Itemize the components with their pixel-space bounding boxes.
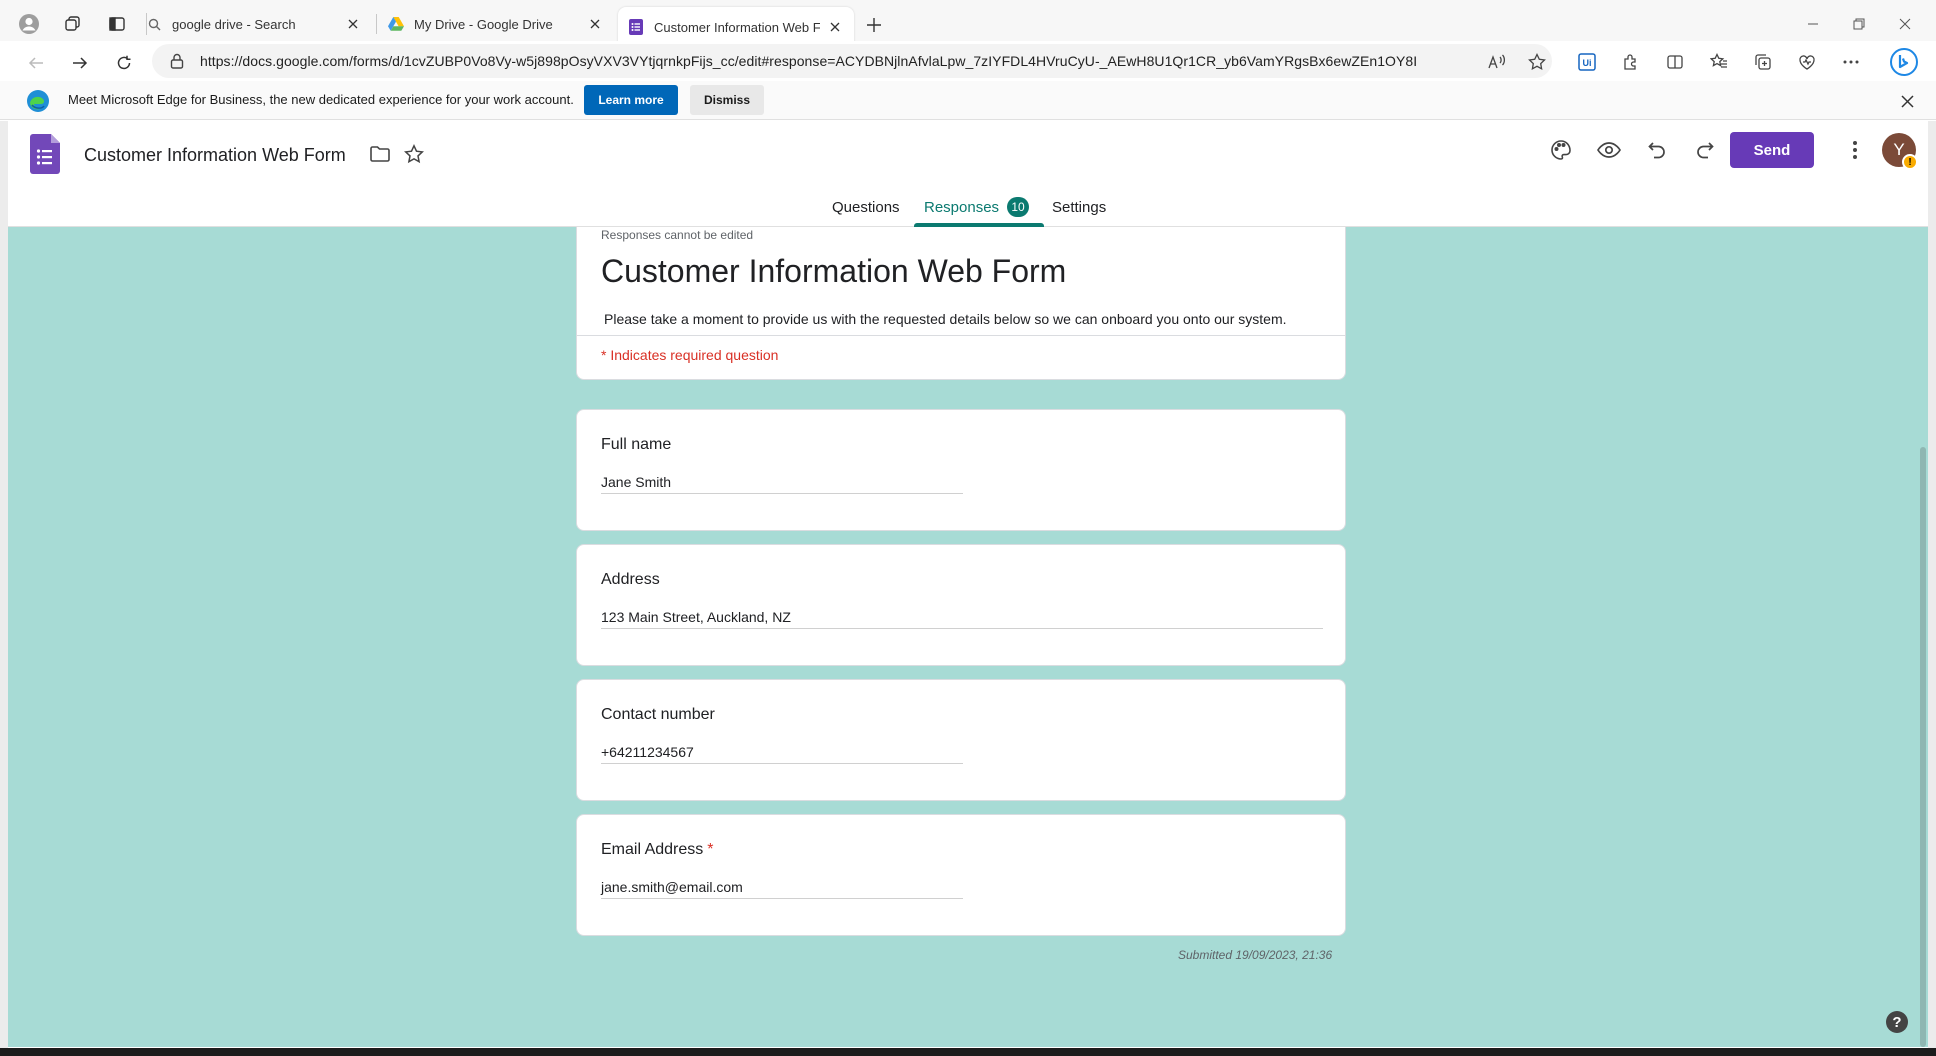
- question-label: Email Address *: [601, 841, 714, 859]
- favorite-star-icon[interactable]: [1522, 47, 1552, 77]
- google-forms-logo-icon[interactable]: [30, 134, 60, 174]
- new-tab-button[interactable]: [860, 11, 888, 39]
- answer-underline: [601, 898, 963, 899]
- edge-logo-icon: [26, 89, 50, 113]
- tab-title: google drive - Search: [172, 16, 296, 32]
- send-button[interactable]: Send: [1730, 132, 1814, 168]
- minimize-button[interactable]: [1790, 0, 1836, 47]
- form-title: Customer Information Web Form: [601, 253, 1067, 289]
- answer-underline: [601, 493, 963, 494]
- undo-icon[interactable]: [1638, 131, 1676, 169]
- redo-icon[interactable]: [1686, 131, 1724, 169]
- move-to-folder-icon[interactable]: [366, 140, 394, 168]
- question-card-contact-number: Contact number +64211234567: [576, 679, 1346, 801]
- back-button[interactable]: [20, 47, 52, 79]
- extensions-icon[interactable]: [1616, 47, 1646, 77]
- search-icon: [146, 16, 162, 32]
- tab-title: Customer Information Web Form: [654, 19, 820, 35]
- preview-eye-icon[interactable]: [1590, 131, 1628, 169]
- window-frame-left: [0, 121, 8, 1048]
- read-aloud-icon[interactable]: [1482, 47, 1512, 77]
- tab-title: My Drive - Google Drive: [414, 16, 553, 32]
- document-title[interactable]: Customer Information Web Form: [84, 145, 346, 166]
- address-bar[interactable]: https://docs.google.com/forms/d/1cvZUBP0…: [152, 44, 1552, 78]
- tab-my-drive[interactable]: My Drive - Google Drive: [378, 7, 614, 41]
- submitted-timestamp: Submitted 19/09/2023, 21:36: [1178, 948, 1333, 962]
- collections-icon[interactable]: [1748, 47, 1778, 77]
- google-drive-icon: [388, 16, 404, 32]
- browser-toolbar: https://docs.google.com/forms/d/1cvZUBP0…: [0, 41, 1936, 81]
- form-title-card: Responses cannot be edited Customer Info…: [576, 227, 1346, 380]
- window-frame-right: [1928, 121, 1936, 1048]
- tab-responses-label: Responses: [924, 198, 1000, 216]
- svg-text:Ui: Ui: [1583, 58, 1592, 68]
- address-answer: 123 Main Street, Auckland, NZ: [601, 609, 791, 625]
- vertical-tabs-icon[interactable]: [102, 10, 132, 38]
- browser-essentials-icon[interactable]: [1792, 47, 1822, 77]
- forward-button[interactable]: [64, 47, 96, 79]
- scrollbar-thumb[interactable]: [1920, 447, 1926, 1047]
- browser-tab-strip: google drive - Search My Drive - Google …: [0, 0, 1936, 47]
- required-asterisk: *: [707, 841, 714, 858]
- close-tab-icon[interactable]: [344, 15, 362, 33]
- infobar-message: Meet Microsoft Edge for Business, the ne…: [68, 92, 574, 107]
- uipath-extension-icon[interactable]: Ui: [1572, 47, 1602, 77]
- more-vert-icon[interactable]: [1836, 131, 1874, 169]
- edge-business-infobar: Meet Microsoft Edge for Business, the ne…: [0, 81, 1936, 120]
- more-options-icon[interactable]: [1836, 47, 1866, 77]
- account-warning-badge: !: [1902, 154, 1918, 170]
- responses-locked-note: Responses cannot be edited: [601, 228, 754, 242]
- google-forms-icon: [628, 19, 644, 35]
- tab-settings[interactable]: Settings: [1052, 187, 1106, 227]
- help-icon[interactable]: ?: [1886, 1011, 1908, 1033]
- email-answer: jane.smith@email.com: [601, 879, 743, 895]
- workspaces-icon[interactable]: [58, 10, 88, 38]
- forms-header: Customer Information Web Form Send Y ! Q…: [8, 121, 1928, 227]
- split-screen-icon[interactable]: [1660, 47, 1690, 77]
- profile-icon[interactable]: [14, 10, 44, 38]
- tab-divider: [376, 14, 377, 34]
- form-canvas: Responses cannot be edited Customer Info…: [8, 227, 1928, 1047]
- question-card-address: Address 123 Main Street, Auckland, NZ: [576, 544, 1346, 666]
- answer-underline: [601, 763, 963, 764]
- bing-copilot-icon[interactable]: [1886, 44, 1922, 80]
- title-card-divider: [577, 335, 1345, 336]
- question-card-email-address: Email Address * jane.smith@email.com: [576, 814, 1346, 936]
- page-scrollbar[interactable]: [1918, 227, 1928, 1047]
- contact-number-answer: +64211234567: [601, 744, 694, 760]
- form-tabs: Questions Responses 10 Settings: [8, 187, 1928, 227]
- question-label: Address: [601, 571, 660, 588]
- refresh-button[interactable]: [108, 47, 140, 79]
- os-taskbar: [0, 1048, 1936, 1056]
- customize-theme-icon[interactable]: [1542, 131, 1580, 169]
- star-icon[interactable]: [400, 140, 428, 168]
- close-tab-icon[interactable]: [826, 18, 844, 36]
- full-name-answer: Jane Smith: [601, 474, 672, 490]
- close-tab-icon[interactable]: [586, 15, 604, 33]
- close-window-button[interactable]: [1882, 0, 1928, 47]
- learn-more-button[interactable]: Learn more: [584, 85, 678, 115]
- close-infobar-icon[interactable]: [1896, 90, 1918, 112]
- question-label-text: Email Address: [601, 841, 704, 858]
- restore-button[interactable]: [1836, 0, 1882, 47]
- required-question-note: * Indicates required question: [601, 347, 779, 363]
- url-text[interactable]: https://docs.google.com/forms/d/1cvZUBP0…: [200, 53, 1552, 69]
- responses-count-badge: 10: [1007, 197, 1030, 217]
- tab-questions[interactable]: Questions: [832, 187, 900, 227]
- form-description: Please take a moment to provide us with …: [604, 311, 1287, 327]
- dismiss-button[interactable]: Dismiss: [690, 85, 764, 115]
- favorites-icon[interactable]: [1704, 47, 1734, 77]
- question-label: Full name: [601, 436, 672, 453]
- tab-google-drive-search[interactable]: google drive - Search: [136, 7, 372, 41]
- question-label: Contact number: [601, 706, 715, 723]
- lock-icon[interactable]: [170, 52, 188, 70]
- tab-responses[interactable]: Responses 10: [924, 187, 1030, 227]
- question-card-full-name: Full name Jane Smith: [576, 409, 1346, 531]
- answer-underline: [601, 628, 1323, 629]
